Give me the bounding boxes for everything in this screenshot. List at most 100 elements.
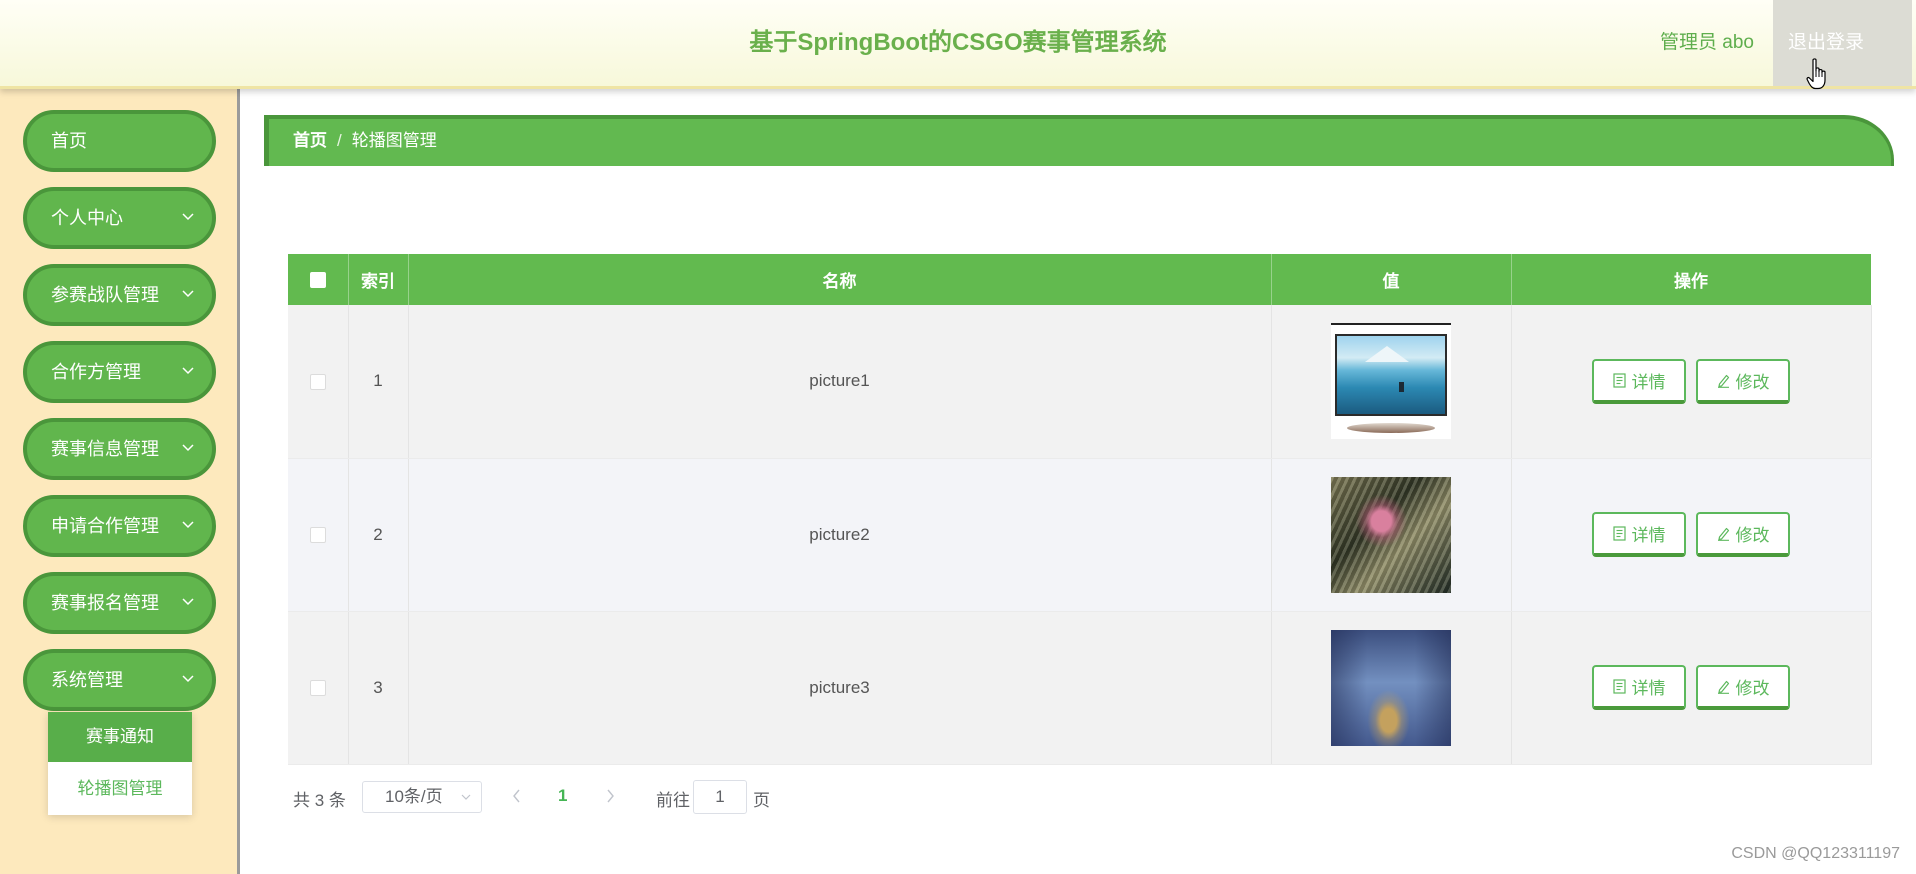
- row-checkbox[interactable]: [309, 527, 326, 544]
- app-title: 基于SpringBoot的CSGO赛事管理系统: [749, 29, 1167, 56]
- logout-button[interactable]: 退出登录: [1773, 0, 1912, 86]
- submenu-item-event-notice[interactable]: 赛事通知: [48, 712, 192, 762]
- prev-page-button[interactable]: [512, 789, 522, 803]
- sidebar-item-cooperation-application[interactable]: 申请合作管理: [23, 495, 216, 557]
- carousel-image-thumbnail[interactable]: [1331, 323, 1451, 440]
- document-icon: [1612, 373, 1626, 388]
- chevron-down-icon: [182, 521, 194, 529]
- breadcrumb-separator: /: [337, 131, 342, 150]
- edit-button[interactable]: 修改: [1696, 665, 1790, 710]
- table-row: 2 picture2 详情 修改: [288, 458, 1872, 612]
- breadcrumb-current: 轮播图管理: [351, 131, 437, 150]
- row-actions-cell: 详情 修改: [1511, 458, 1872, 612]
- table-row: 1 picture1 详情 修改: [288, 305, 1872, 459]
- sidebar-item-label: 系统管理: [51, 670, 123, 690]
- chevron-down-icon: [182, 367, 194, 375]
- edit-button[interactable]: 修改: [1696, 512, 1790, 557]
- mouse-cursor-icon: [1806, 58, 1830, 90]
- row-value-cell: [1271, 611, 1512, 765]
- table-header-row: 索引 名称 值 操作: [288, 254, 1872, 305]
- tv-screen: [1335, 334, 1447, 417]
- page-number-current[interactable]: 1: [558, 786, 567, 806]
- column-header-actions: 操作: [1511, 254, 1872, 305]
- top-header: 基于SpringBoot的CSGO赛事管理系统 管理员 abo 退出登录: [0, 0, 1916, 89]
- select-all-checkbox[interactable]: [309, 272, 326, 289]
- detail-button-label: 详情: [1631, 526, 1666, 545]
- chevron-left-icon: [512, 789, 522, 803]
- detail-button[interactable]: 详情: [1592, 512, 1686, 557]
- sidebar-item-event-info-management[interactable]: 赛事信息管理: [23, 418, 216, 480]
- row-actions-cell: 详情 修改: [1511, 611, 1872, 765]
- sidebar-item-system-management[interactable]: 系统管理: [23, 649, 216, 711]
- chevron-right-icon: [605, 789, 615, 803]
- row-actions: 详情 修改: [1592, 512, 1790, 557]
- row-checkbox[interactable]: [309, 680, 326, 697]
- row-actions-cell: 详情 修改: [1511, 305, 1872, 459]
- row-select-cell: [288, 305, 349, 459]
- submenu-item-carousel-management[interactable]: 轮播图管理: [48, 762, 192, 815]
- watermark: CSDN @QQ123311197: [1731, 845, 1900, 862]
- detail-button[interactable]: 详情: [1592, 665, 1686, 710]
- sidebar-item-label: 个人中心: [51, 208, 123, 228]
- row-select-cell: [288, 611, 349, 765]
- sidebar-item-label: 赛事报名管理: [51, 593, 159, 613]
- carousel-image-thumbnail[interactable]: [1331, 629, 1451, 746]
- sidebar-item-label: 合作方管理: [51, 362, 141, 382]
- sidebar: 首页 个人中心 参赛战队管理 合作方管理 赛事信息管理 申请合作管理 赛事报名管…: [0, 89, 240, 874]
- sidebar-item-label: 首页: [51, 131, 87, 151]
- sidebar-item-team-management[interactable]: 参赛战队管理: [23, 264, 216, 326]
- document-icon: [1612, 679, 1626, 694]
- chevron-down-icon: [461, 794, 471, 800]
- edit-button-label: 修改: [1735, 679, 1770, 698]
- chevron-down-icon: [182, 444, 194, 452]
- column-header-index: 索引: [348, 254, 409, 305]
- edit-pencil-icon: [1717, 679, 1730, 694]
- row-value-cell: [1271, 305, 1512, 459]
- goto-page-input[interactable]: [693, 780, 747, 814]
- breadcrumb-home-link[interactable]: 首页: [293, 131, 327, 150]
- detail-button-label: 详情: [1631, 679, 1666, 698]
- row-checkbox[interactable]: [309, 373, 326, 390]
- sidebar-item-personal-center[interactable]: 个人中心: [23, 187, 216, 249]
- page-size-value: 10条/页: [385, 787, 443, 806]
- row-actions: 详情 修改: [1592, 665, 1790, 710]
- detail-button-label: 详情: [1631, 372, 1666, 392]
- row-select-cell: [288, 458, 349, 612]
- goto-suffix: 页: [753, 791, 770, 810]
- tv-stand: [1347, 423, 1435, 434]
- table-row: 3 picture3 详情 修改: [288, 611, 1872, 765]
- row-name: picture3: [408, 611, 1272, 765]
- select-all-header: [288, 254, 349, 305]
- edit-button-label: 修改: [1735, 372, 1770, 392]
- row-index: 1: [348, 305, 409, 459]
- system-management-submenu: 赛事通知 轮播图管理: [48, 712, 192, 815]
- goto-label: 前往: [656, 791, 690, 810]
- current-user-label: 管理员 abo: [1660, 32, 1754, 53]
- chevron-down-icon: [182, 675, 194, 683]
- chevron-down-icon: [182, 213, 194, 221]
- next-page-button[interactable]: [605, 789, 615, 803]
- sidebar-item-home[interactable]: 首页: [23, 110, 216, 172]
- sidebar-item-label: 参赛战队管理: [51, 285, 159, 305]
- edit-pencil-icon: [1717, 373, 1730, 388]
- edit-button-label: 修改: [1735, 526, 1770, 545]
- breadcrumb: 首页 / 轮播图管理: [264, 115, 1894, 166]
- row-index: 3: [348, 611, 409, 765]
- document-icon: [1612, 526, 1626, 541]
- column-header-value: 值: [1271, 254, 1512, 305]
- row-name: picture1: [408, 305, 1272, 459]
- row-actions: 详情 修改: [1592, 358, 1790, 404]
- row-name: picture2: [408, 458, 1272, 612]
- detail-button[interactable]: 详情: [1592, 358, 1686, 404]
- sidebar-item-label: 申请合作管理: [51, 516, 159, 536]
- column-header-name: 名称: [408, 254, 1272, 305]
- sidebar-item-event-registration[interactable]: 赛事报名管理: [23, 572, 216, 634]
- edit-button[interactable]: 修改: [1696, 358, 1790, 404]
- edit-pencil-icon: [1717, 526, 1730, 541]
- page-size-select[interactable]: 10条/页: [362, 781, 482, 813]
- figure-shape: [1399, 382, 1404, 393]
- sidebar-item-partner-management[interactable]: 合作方管理: [23, 341, 216, 403]
- carousel-image-thumbnail[interactable]: [1331, 476, 1451, 593]
- sidebar-item-label: 赛事信息管理: [51, 439, 159, 459]
- carousel-table: 索引 名称 值 操作 1 picture1 详情 修改 2 picture2 详…: [288, 254, 1872, 765]
